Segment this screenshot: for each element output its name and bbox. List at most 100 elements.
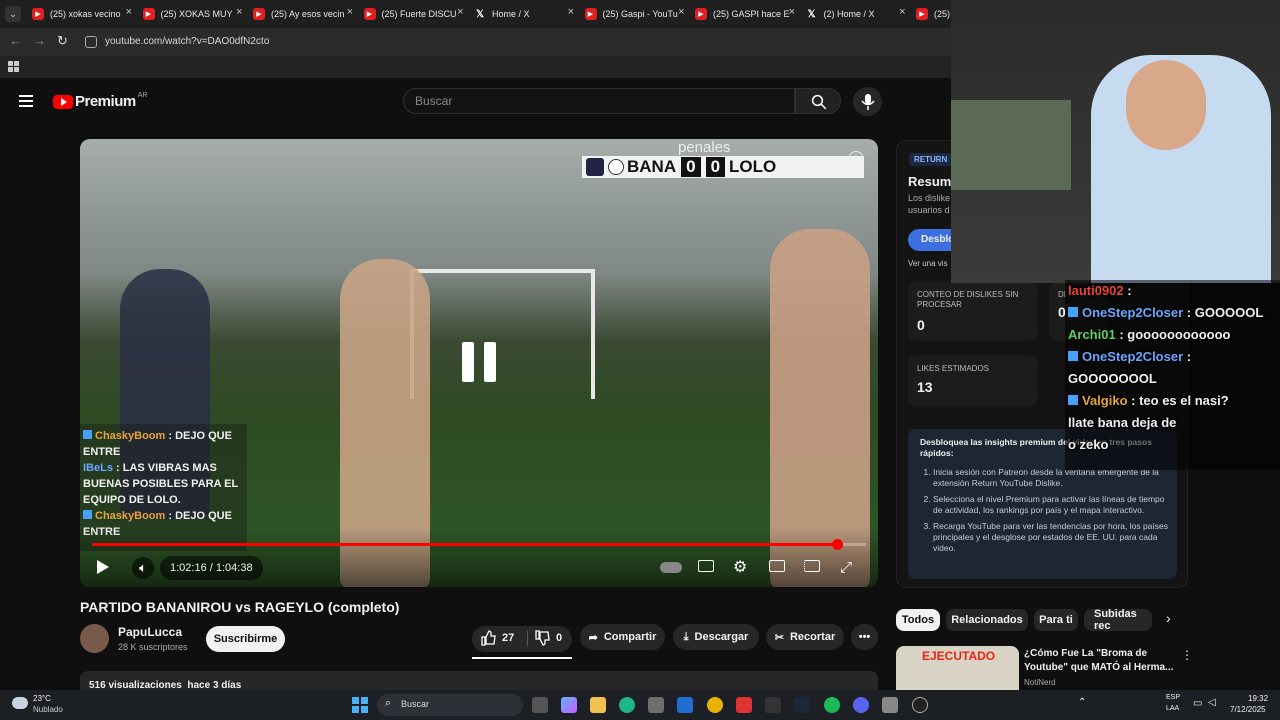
spotify-icon[interactable] [824,697,840,713]
subtitles-icon[interactable] [698,560,714,572]
fullscreen-icon[interactable]: ⤢ [840,559,852,576]
youtube-logo[interactable]: Premium AR [53,92,147,110]
chrome-icon[interactable] [707,697,723,713]
tab-close-icon[interactable]: × [568,6,574,18]
volume-icon[interactable]: 🔈︎ [132,557,154,579]
forward-arrow-icon[interactable]: → [33,33,46,48]
tab-close-icon[interactable]: × [347,6,353,18]
chip-related[interactable]: Relacionados [946,609,1028,631]
team1-score: 0 [681,157,701,177]
reload-icon[interactable]: ↻ [57,33,68,49]
raw-dislikes-label: CONTEO DE DISLIKES SIN PROCESAR [917,290,1019,309]
discord-icon[interactable] [853,697,869,713]
search-button[interactable] [795,88,841,114]
app-icon[interactable] [736,697,752,713]
task-view-icon[interactable] [532,697,548,713]
language-primary[interactable]: ESP [1166,694,1180,701]
tab-list-chevron-icon[interactable]: ⌄ [5,6,21,22]
clock-date[interactable]: 7/12/2025 [1230,705,1266,714]
miniplayer-icon[interactable] [769,560,785,572]
tab-close-icon[interactable]: × [899,6,905,18]
stream-chat-user: Archi01 [1068,327,1116,342]
tab-close-icon[interactable]: × [126,6,132,18]
progress-bar[interactable] [92,539,866,550]
download-button[interactable]: ⤓ Descargar [673,624,759,650]
url-text[interactable]: youtube.com/watch?v=DAO0dfN2cto [105,36,269,47]
taskbar-search[interactable]: ⌕ Buscar [377,694,523,716]
like-button[interactable]: 27 [480,630,514,646]
ball-icon [608,159,624,175]
outlook-icon[interactable] [677,697,693,713]
channel-avatar[interactable] [80,624,109,653]
ryd-view-link[interactable]: Ver una vis [908,259,948,268]
steam-icon[interactable] [794,697,810,713]
language-secondary[interactable]: LAA [1166,705,1179,712]
browser-tab[interactable]: ▶ (25) Gaspi - YouTu × [584,4,685,24]
tab-close-icon[interactable]: × [236,6,242,18]
chevron-right-icon[interactable]: › [1166,610,1171,626]
browser-tab[interactable]: 𝕏 (2) Home / X × [806,4,905,24]
subscribe-button[interactable]: Suscribirme [206,626,285,652]
browser-tab[interactable]: ▶ (25) Fuerte DISCU × [363,4,464,24]
apps-grid-icon[interactable] [8,61,19,72]
windows-start-icon[interactable] [352,697,368,713]
play-button[interactable] [97,560,109,574]
clip-label: Recortar [789,631,836,643]
chat-badge-icon [1068,307,1078,317]
chip-all[interactable]: Todos [896,609,940,631]
share-button[interactable]: ➦ Compartir [580,624,665,650]
edge-icon[interactable] [619,697,635,713]
more-vert-icon[interactable]: ⋮ [1181,648,1193,662]
stream-chat-line: OneStep2Closer : GOOOOOL [1068,302,1277,324]
weather-temp[interactable]: 23°C [33,694,51,703]
cast-icon[interactable] [804,560,820,572]
browser-tab[interactable]: ▶ (25) xokas vecino × [32,4,132,24]
copilot-icon[interactable] [561,697,577,713]
channel-name[interactable]: PapuLucca [118,625,182,639]
recommended-title[interactable]: ¿Cómo Fue La "Broma de Youtube" que MATÓ… [1024,647,1174,675]
info-icon[interactable]: i [849,151,863,165]
team2-name: LOLO [729,157,777,176]
chip-for-you[interactable]: Para ti [1034,609,1078,631]
weather-icon[interactable] [12,697,28,709]
youtube-icon: ▶ [253,8,265,20]
browser-tab[interactable]: ▶ (25) XOKAS MUY × [142,4,243,24]
tab-close-icon[interactable]: × [678,6,684,18]
search-input[interactable]: Buscar [403,88,795,114]
stream-chat-overlay: lauti0902 : OneStep2Closer : GOOOOOL Arc… [1065,280,1280,470]
chevron-up-icon[interactable]: ⌃ [1078,697,1086,708]
clock-time[interactable]: 19:32 [1248,694,1268,703]
more-actions-button[interactable]: ••• [851,624,878,650]
youtube-icon: ▶ [584,8,597,20]
tab-close-icon[interactable]: × [789,6,795,18]
video-title: PARTIDO BANANIROU vs RAGEYLO (completo) [80,599,400,615]
obs-icon[interactable] [912,697,928,713]
back-arrow-icon[interactable]: ← [9,33,22,48]
recommended-thumbnail[interactable]: EJECUTADO [896,646,1019,690]
description-box[interactable]: 516 visualizaciones hace 3 días [80,671,878,690]
volume-tray-icon[interactable]: ◁ [1208,697,1216,708]
settings-gear-icon[interactable]: ⚙ [733,557,747,577]
weather-desc[interactable]: Nublado [33,705,63,714]
video-player[interactable]: penales BANA 0 0 LOLO i ChaskyBoom : DEJ… [80,139,878,587]
browser-tab[interactable]: ▶ (25) GASPI hace E × [695,4,795,24]
clip-button[interactable]: ✂ Recortar [766,624,844,650]
youtube-icon: ▶ [916,8,928,20]
app-icon[interactable] [765,697,781,713]
menu-icon[interactable] [19,95,33,107]
site-info-icon[interactable] [85,36,97,48]
raw-dislikes-card: CONTEO DE DISLIKES SIN PROCESAR 0 [908,282,1037,341]
chip-recent-uploads[interactable]: Subidas rec [1084,609,1152,631]
browser-tab[interactable]: 𝕏 Home / X × [474,4,574,24]
pause-icon[interactable] [462,342,496,382]
browser-tab[interactable]: ▶ (25) Ay esos vecin × [253,4,353,24]
store-icon[interactable] [648,697,664,713]
app-icon[interactable] [882,697,898,713]
network-icon[interactable]: ▭ [1193,698,1202,709]
autoplay-toggle[interactable] [660,562,682,573]
voice-search-button[interactable] [853,87,882,116]
recommended-channel[interactable]: NotiNerd [1024,678,1056,687]
tab-close-icon[interactable]: × [457,6,463,18]
file-explorer-icon[interactable] [590,697,606,713]
dislike-button[interactable]: 0 [534,630,562,646]
